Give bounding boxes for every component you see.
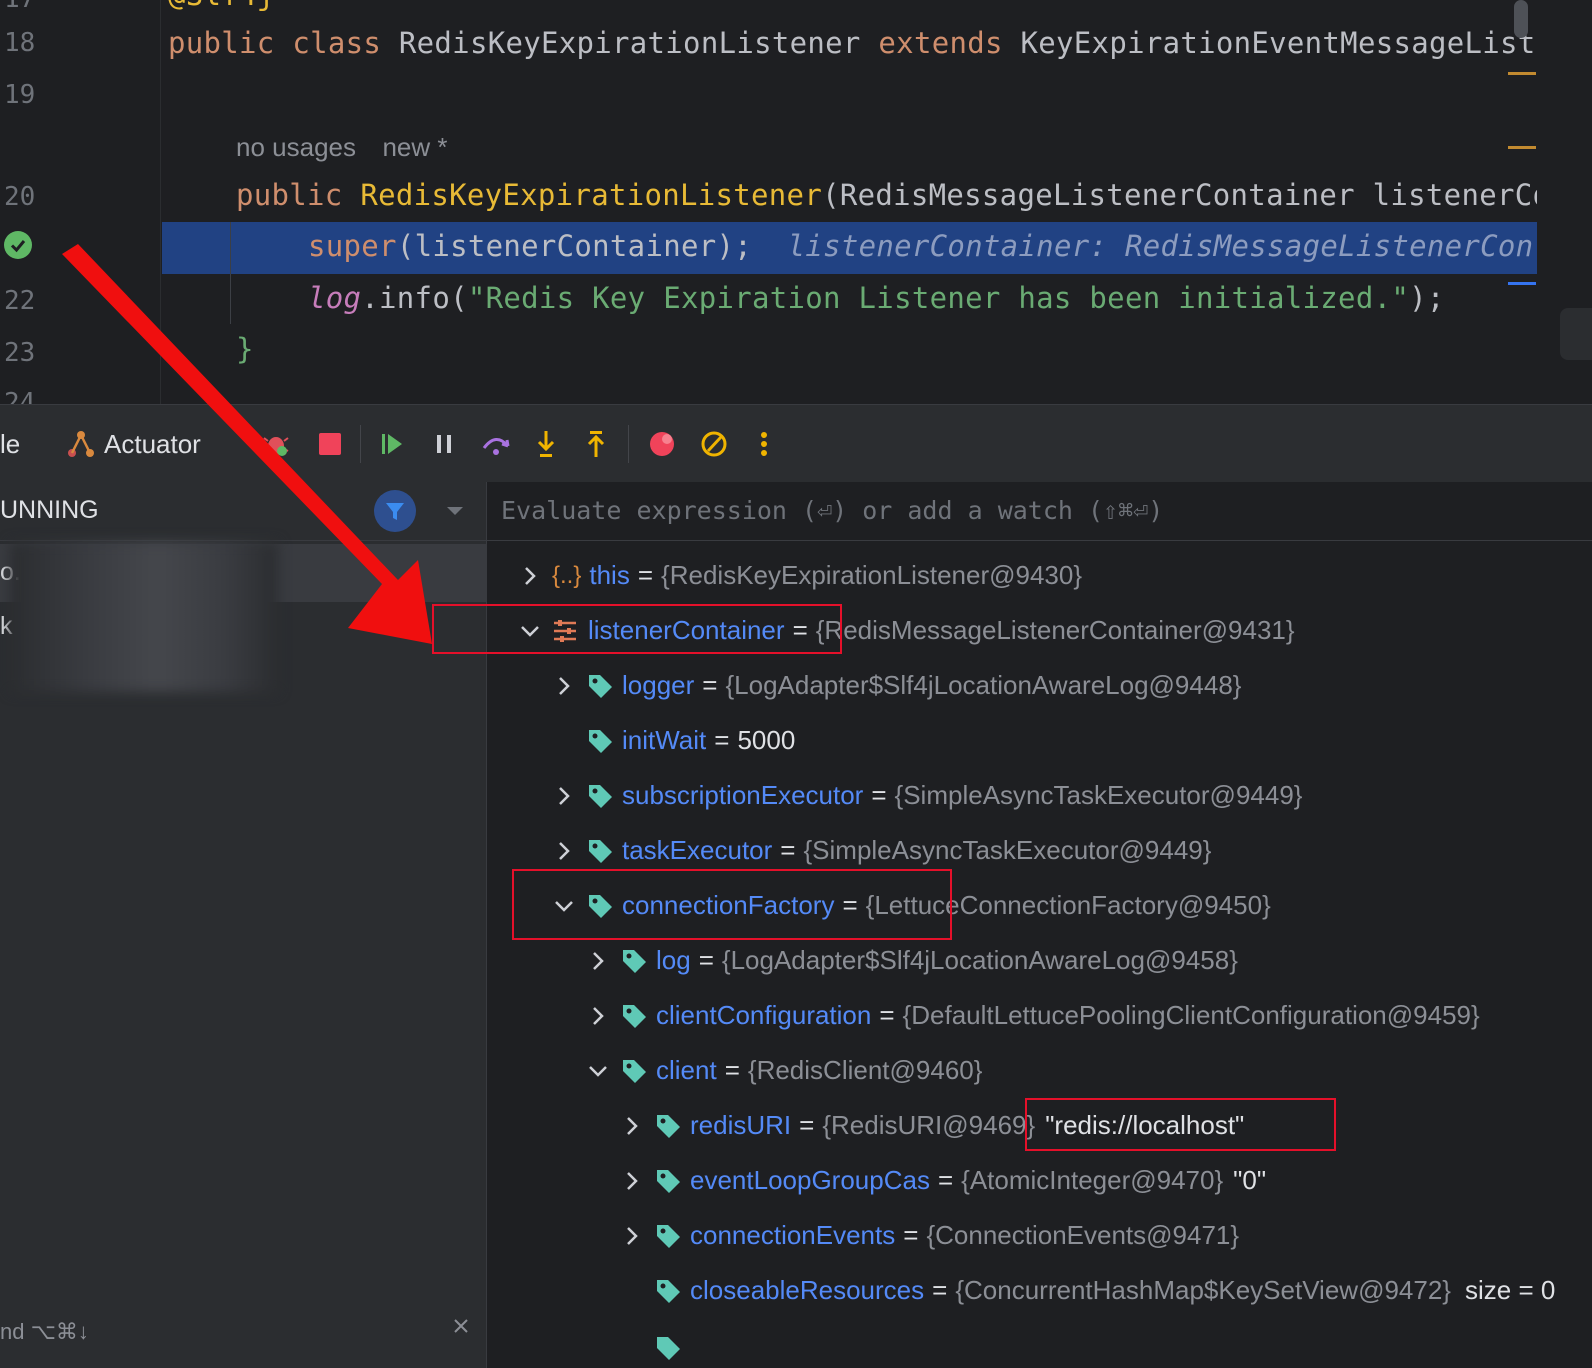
annotation-arrow bbox=[62, 244, 432, 644]
